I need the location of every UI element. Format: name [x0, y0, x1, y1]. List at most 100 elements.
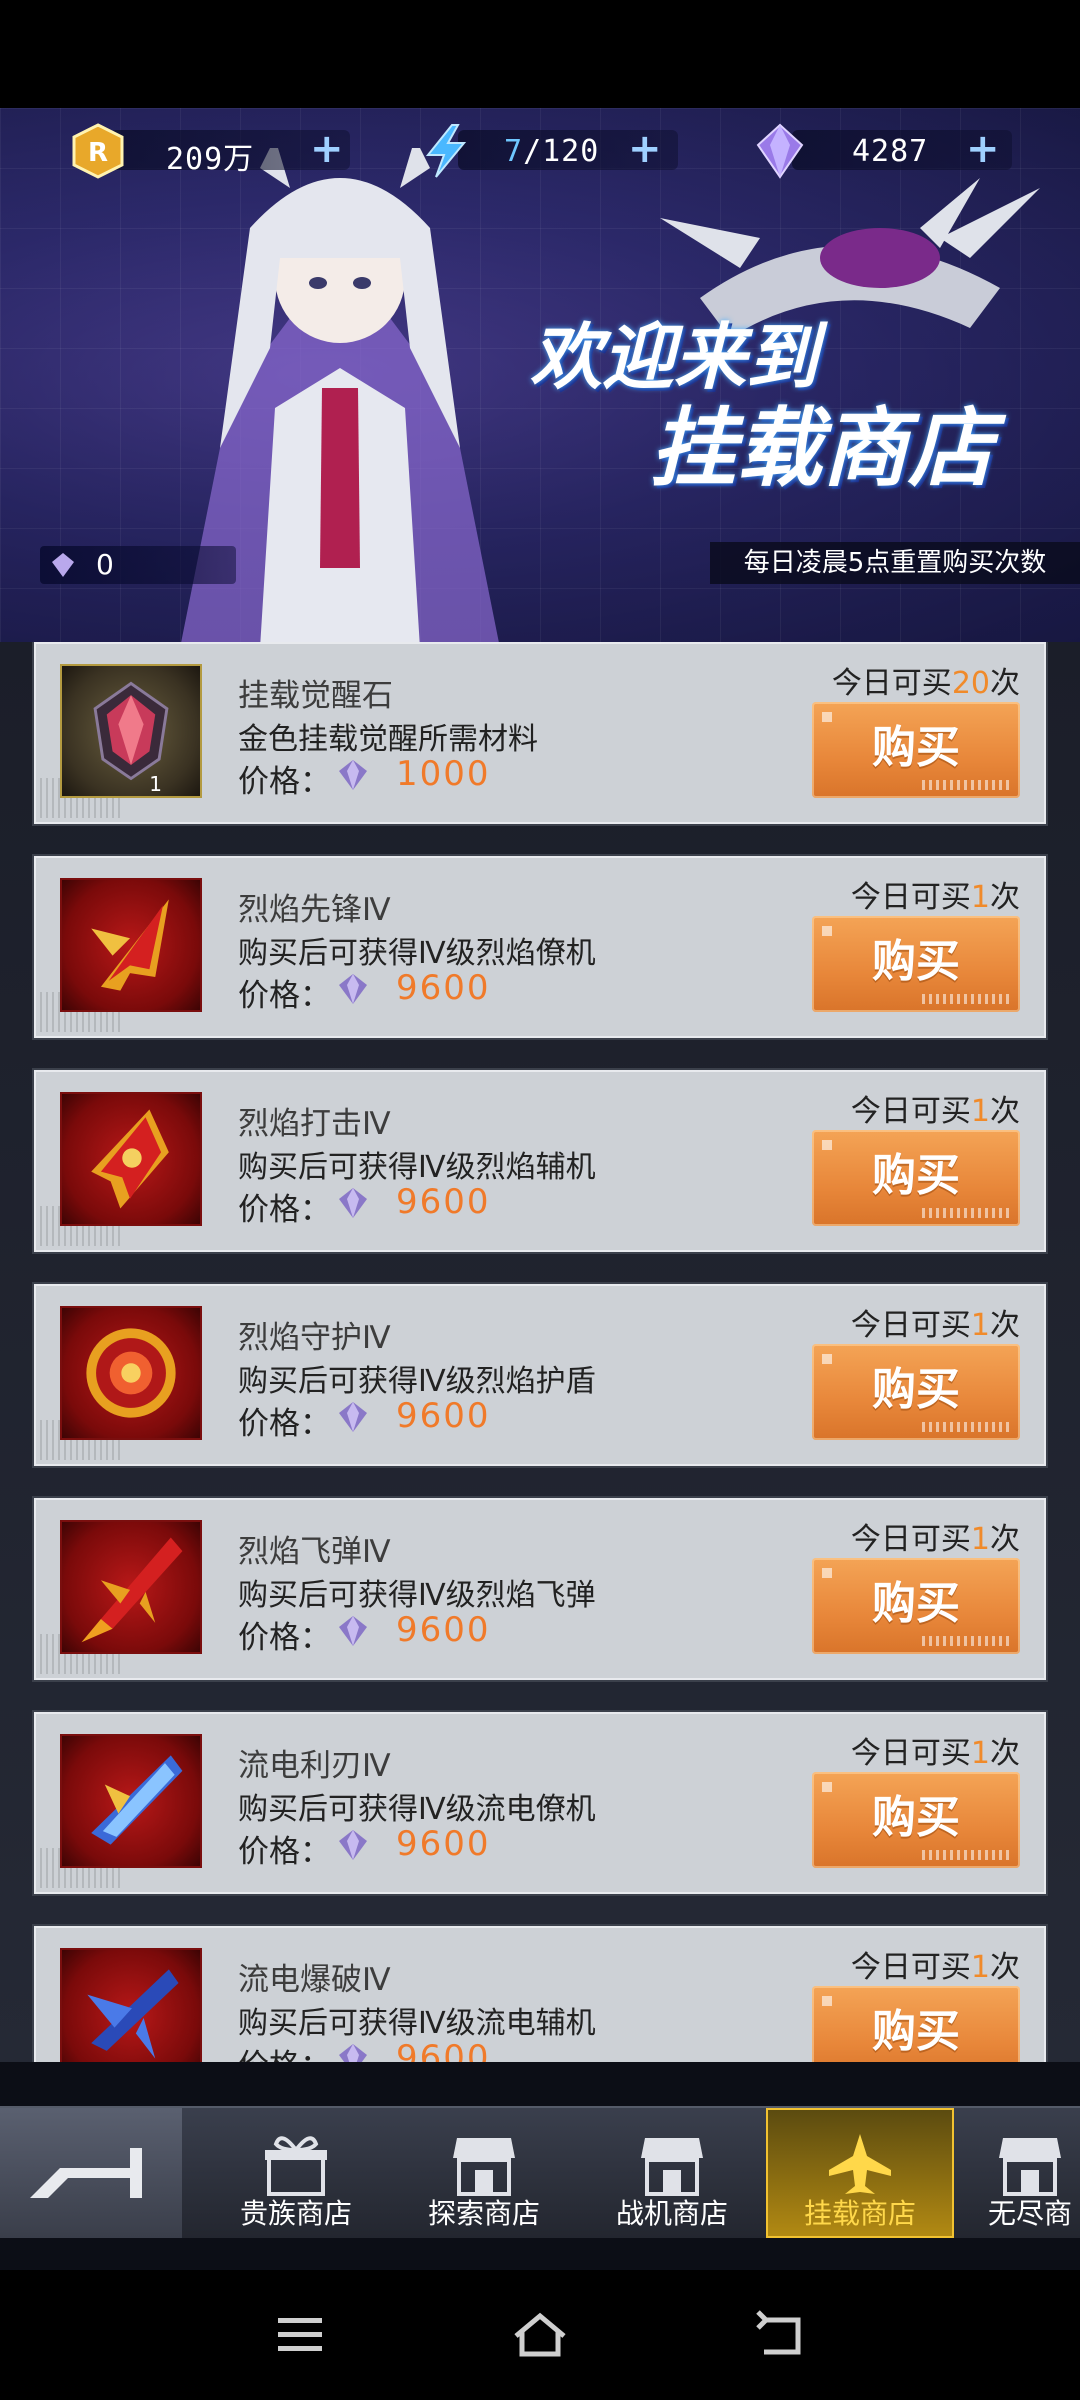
item-desc: 购买后可获得Ⅳ级烈焰辅机: [238, 1150, 596, 1185]
crystal-icon: [339, 1188, 367, 1218]
energy-max: /120: [523, 134, 600, 169]
energy-current: 7: [504, 134, 524, 169]
price-label: 价格：: [238, 978, 331, 1014]
buy-button[interactable]: 购买: [812, 916, 1020, 1012]
tab-noble-shop[interactable]: 贵族商店: [202, 2108, 390, 2238]
item-name: 流电利刃Ⅳ: [238, 1748, 391, 1784]
shop-icon: [641, 2138, 703, 2196]
buy-button[interactable]: 购买: [812, 702, 1020, 798]
fighter-jet-icon: [829, 2134, 891, 2194]
list-item: 烈焰守护Ⅳ 购买后可获得Ⅳ级烈焰护盾 价格： 9600 今日可买1次 购买: [34, 1284, 1046, 1466]
crystal-value: 4287: [852, 134, 929, 169]
item-desc: 金色挂载觉醒所需材料: [238, 722, 538, 757]
tab-endless-shop[interactable]: 无尽商: [960, 2108, 1080, 2238]
daily-limit: 今日可买1次: [850, 1522, 1020, 1557]
flame-wingman-icon: [91, 899, 169, 991]
back-icon[interactable]: [750, 2310, 810, 2360]
item-thumbnail[interactable]: 1: [60, 664, 202, 798]
tab-label: 探索商店: [427, 2197, 540, 2230]
gift-shop-icon: [265, 2136, 327, 2196]
tab-explore-shop[interactable]: 探索商店: [390, 2108, 578, 2238]
energy-resource: 7/120 +: [418, 124, 678, 178]
tab-label: 贵族商店: [239, 2197, 352, 2230]
resource-bar: R 209万 + 7/120 + 4287 +: [0, 118, 1080, 182]
daily-limit: 今日可买1次: [850, 1094, 1020, 1129]
shop-banner: 欢迎来到 挂载商店 R 209万 + 7/120 + 4287 + 0 每日凌晨…: [0, 108, 1080, 642]
crystal-icon: [339, 974, 367, 1004]
item-name: 烈焰打击Ⅳ: [238, 1106, 391, 1142]
reset-note: 每日凌晨5点重置购买次数: [710, 542, 1080, 584]
crystal-icon: [756, 123, 804, 179]
buy-button[interactable]: 购买: [812, 1772, 1020, 1868]
item-name: 流电爆破Ⅳ: [238, 1962, 391, 1998]
list-item: 流电爆破Ⅳ 购买后可获得Ⅳ级流电辅机 价格： 9600 今日可买1次 购买: [34, 1926, 1046, 2062]
item-thumbnail[interactable]: [60, 1306, 202, 1440]
home-icon[interactable]: [510, 2310, 570, 2360]
list-item: 烈焰先锋Ⅳ 购买后可获得Ⅳ级烈焰僚机 价格： 9600 今日可买1次 购买: [34, 856, 1046, 1038]
lightning-blade-icon: [91, 1755, 183, 1845]
item-price: 9600: [396, 1182, 491, 1222]
svg-text:R: R: [88, 138, 108, 168]
item-price: 9600: [396, 1396, 491, 1436]
item-name: 烈焰飞弹Ⅳ: [238, 1534, 391, 1570]
flame-strike-icon: [91, 1109, 169, 1209]
daily-limit: 今日可买1次: [850, 880, 1020, 915]
crystal-icon: [339, 1830, 367, 1860]
shop-tab-bar: 贵族商店 探索商店 战机商店 挂载商店 无尽商: [0, 2106, 1080, 2238]
r-coin-icon: R: [72, 123, 124, 179]
item-thumbnail[interactable]: [60, 878, 202, 1012]
crystal-icon: [339, 1616, 367, 1646]
item-desc: 购买后可获得Ⅳ级流电僚机: [238, 1792, 596, 1827]
menu-icon[interactable]: [270, 2310, 330, 2360]
daily-limit: 今日可买1次: [850, 1950, 1020, 1985]
item-price: 9600: [396, 1824, 491, 1864]
item-price: 1000: [396, 754, 491, 794]
crystal-icon: [339, 1402, 367, 1432]
tab-label: 战机商店: [615, 2197, 728, 2230]
gold-value: 209万: [166, 142, 255, 177]
item-price: 9600: [396, 968, 491, 1008]
list-item: 流电利刃Ⅳ 购买后可获得Ⅳ级流电僚机 价格： 9600 今日可买1次 购买: [34, 1712, 1046, 1894]
item-list[interactable]: 1 挂载觉醒石 金色挂载觉醒所需材料 价格： 1000 今日可买20次 购买 烈…: [0, 642, 1080, 2062]
gold-resource: R 209万 +: [70, 123, 370, 179]
list-item: 1 挂载觉醒石 金色挂载觉醒所需材料 价格： 1000 今日可买20次 购买: [34, 642, 1046, 824]
price-label: 价格：: [238, 1406, 331, 1442]
item-name: 挂载觉醒石: [238, 678, 393, 714]
status-bar: [0, 0, 1080, 108]
item-name: 烈焰守护Ⅳ: [238, 1320, 391, 1356]
item-thumbnail[interactable]: [60, 1520, 202, 1654]
shop-icon: [453, 2138, 515, 2196]
shop-icon: [999, 2138, 1061, 2196]
banner-title-line2: 挂载商店: [650, 399, 994, 499]
item-thumbnail[interactable]: [60, 1948, 202, 2062]
daily-limit: 今日可买20次: [831, 666, 1020, 701]
crystal-plus-button[interactable]: +: [966, 126, 1000, 172]
energy-plus-button[interactable]: +: [628, 126, 662, 172]
item-thumbnail[interactable]: [60, 1092, 202, 1226]
crystal-icon: [52, 553, 74, 577]
item-price: 9600: [396, 2038, 491, 2062]
tab-fighter-shop[interactable]: 战机商店: [578, 2108, 766, 2238]
back-arrow-icon: [30, 2148, 142, 2198]
buy-button[interactable]: 购买: [812, 1558, 1020, 1654]
buy-button[interactable]: 购买: [812, 1986, 1020, 2062]
lightning-icon: [425, 124, 467, 178]
gold-plus-button[interactable]: +: [310, 126, 344, 172]
lightning-blast-icon: [87, 1969, 179, 2059]
flame-missile-icon: [81, 1537, 183, 1643]
item-thumbnail[interactable]: [60, 1734, 202, 1868]
daily-limit: 今日可买1次: [850, 1736, 1020, 1771]
buy-button[interactable]: 购买: [812, 1344, 1020, 1440]
stone-count: 0: [96, 548, 114, 581]
tab-mount-shop[interactable]: 挂载商店: [766, 2108, 954, 2238]
price-label: 价格：: [238, 1620, 331, 1656]
tab-label: 挂载商店: [803, 2197, 916, 2230]
buy-button[interactable]: 购买: [812, 1130, 1020, 1226]
system-nav-bar: [0, 2270, 1080, 2400]
price-label: 价格：: [238, 2040, 331, 2062]
crystal-icon: [339, 760, 367, 790]
tab-label: 无尽商: [988, 2197, 1073, 2230]
item-desc: 购买后可获得Ⅳ级流电辅机: [238, 2006, 596, 2041]
item-desc: 购买后可获得Ⅳ级烈焰飞弹: [238, 1578, 596, 1613]
back-button[interactable]: [0, 2108, 182, 2238]
